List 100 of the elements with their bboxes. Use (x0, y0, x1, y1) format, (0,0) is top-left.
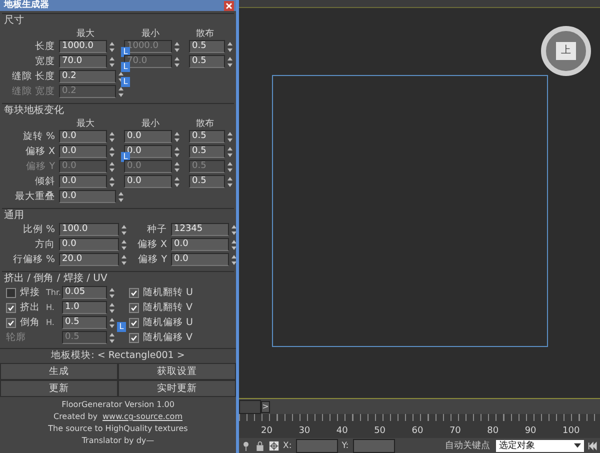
lock-button[interactable]: L (121, 62, 130, 72)
skip-to-start-icon[interactable] (588, 440, 598, 450)
crosshair-icon[interactable] (269, 440, 279, 450)
checkbox-label: 轮廓 (6, 331, 26, 344)
spinner-icon[interactable] (109, 302, 115, 314)
spinner-icon[interactable] (121, 238, 127, 250)
number-field[interactable]: 0.5 (62, 316, 107, 329)
checkbox-label: 挤出 (20, 301, 40, 314)
number-field[interactable]: 0.5 (189, 175, 225, 188)
x-field[interactable] (296, 438, 338, 452)
spinner-icon[interactable] (227, 56, 233, 68)
spinner-icon[interactable] (174, 56, 180, 68)
group-title: 挤出 / 倒角 / 焊接 / UV (4, 272, 108, 285)
spinner-icon[interactable] (109, 286, 115, 298)
field-label: 方向 (34, 238, 56, 251)
spinner-icon[interactable] (227, 176, 233, 188)
number-field[interactable]: 0.0 (59, 190, 116, 203)
number-field[interactable]: 0.0 (124, 175, 172, 188)
close-icon[interactable] (224, 0, 234, 10)
checkbox[interactable] (6, 318, 16, 328)
field-label: 倾斜 (34, 175, 56, 188)
spinner-icon[interactable] (121, 224, 127, 236)
spinner-icon[interactable] (109, 316, 115, 328)
number-field[interactable]: 1.0 (62, 301, 107, 314)
spinner-icon[interactable] (174, 160, 180, 172)
checkbox-label: 随机翻转 U (143, 286, 193, 299)
spinner-icon[interactable] (109, 130, 115, 142)
number-field[interactable]: 1000.0 (59, 40, 107, 53)
checkbox[interactable] (129, 318, 139, 328)
number-field[interactable]: 0.5 (189, 130, 225, 143)
field-label: 偏移 Y (137, 253, 168, 266)
lock-button[interactable]: L (121, 77, 130, 87)
spinner-icon[interactable] (109, 176, 115, 188)
number-field[interactable]: 20.0 (59, 253, 119, 266)
number-field[interactable]: 70.0 (59, 55, 107, 68)
number-field[interactable]: 0.0 (59, 130, 107, 143)
field-label: 偏移 X (136, 238, 168, 251)
tick-label: 100 (562, 425, 581, 438)
number-field[interactable]: 0.5 (189, 55, 225, 68)
number-field[interactable]: 12345 (171, 223, 229, 236)
group-title: 尺寸 (4, 14, 24, 27)
selection-dropdown[interactable]: 选定对象 (496, 440, 584, 452)
spinner-icon[interactable] (109, 56, 115, 68)
viewcube-face[interactable]: 上 (556, 42, 576, 60)
checkbox[interactable] (129, 302, 139, 312)
number-field[interactable]: 0.0 (59, 145, 107, 158)
spinner-icon[interactable] (109, 332, 115, 344)
auto-key-button[interactable]: 自动关键点 (443, 439, 492, 452)
pin-icon[interactable] (241, 440, 251, 450)
lock-icon[interactable] (255, 440, 265, 450)
spinner-icon[interactable] (109, 40, 115, 52)
tick-label: 80 (487, 425, 500, 438)
param-label: H. (46, 303, 56, 312)
spinner-icon[interactable] (227, 40, 233, 52)
y-field[interactable] (352, 438, 395, 452)
spinner-icon[interactable] (174, 146, 180, 158)
number-field[interactable]: 0.0 (124, 130, 172, 143)
checkbox[interactable] (6, 302, 16, 312)
spinner-icon[interactable] (174, 176, 180, 188)
number-field[interactable]: 0.0 (59, 238, 119, 251)
number-field[interactable]: 0.0 (59, 175, 107, 188)
next-button[interactable]: > (261, 400, 270, 412)
panel-button[interactable]: 实时更新 (118, 380, 236, 397)
checkbox[interactable] (6, 288, 16, 298)
panel-button[interactable]: 获取设置 (118, 363, 236, 380)
number-field[interactable]: 0.5 (189, 145, 225, 158)
spinner-icon[interactable] (118, 70, 124, 82)
field-label: 行偏移 % (12, 253, 56, 266)
checkbox[interactable] (129, 288, 139, 298)
tagline-text: The source to HighQuality textures (48, 423, 188, 435)
lock-button[interactable]: L (117, 322, 126, 332)
spinner-icon[interactable] (227, 146, 233, 158)
number-field[interactable]: 0.05 (62, 286, 107, 299)
website-link[interactable]: www.cg-source.com (102, 411, 182, 423)
spinner-icon[interactable] (109, 146, 115, 158)
panel-button[interactable]: 生成 (0, 363, 118, 380)
checkbox-label: 随机偏移 U (143, 316, 193, 329)
checkbox-label: 随机偏移 V (143, 331, 193, 344)
number-field[interactable]: 100.0 (59, 223, 119, 236)
spinner-icon[interactable] (118, 86, 124, 98)
number-field[interactable]: 0.0 (171, 253, 229, 266)
param-label: Thr. (46, 288, 62, 297)
spinner-icon[interactable] (109, 160, 115, 172)
spinner-icon[interactable] (227, 130, 233, 142)
number-field[interactable]: 0.5 (189, 40, 225, 53)
number-field[interactable]: 0.0 (171, 238, 229, 251)
spinner-icon[interactable] (121, 254, 127, 266)
version-text: FloorGenerator Version 1.00 (62, 399, 174, 411)
credit-text: Created by (53, 411, 98, 423)
panel-button[interactable]: 更新 (0, 380, 118, 397)
spinner-icon[interactable] (174, 130, 180, 142)
field-label: 宽度 (34, 55, 56, 68)
column-header: 最大 (76, 118, 96, 130)
column-header: 散布 (195, 118, 215, 130)
spinner-icon[interactable] (227, 160, 233, 172)
viewcube[interactable]: 上 (541, 26, 591, 76)
caret-icon[interactable] (574, 443, 582, 448)
number-field[interactable]: 0.2 (59, 70, 116, 83)
spinner-icon[interactable] (174, 40, 180, 52)
spinner-icon[interactable] (118, 190, 124, 202)
